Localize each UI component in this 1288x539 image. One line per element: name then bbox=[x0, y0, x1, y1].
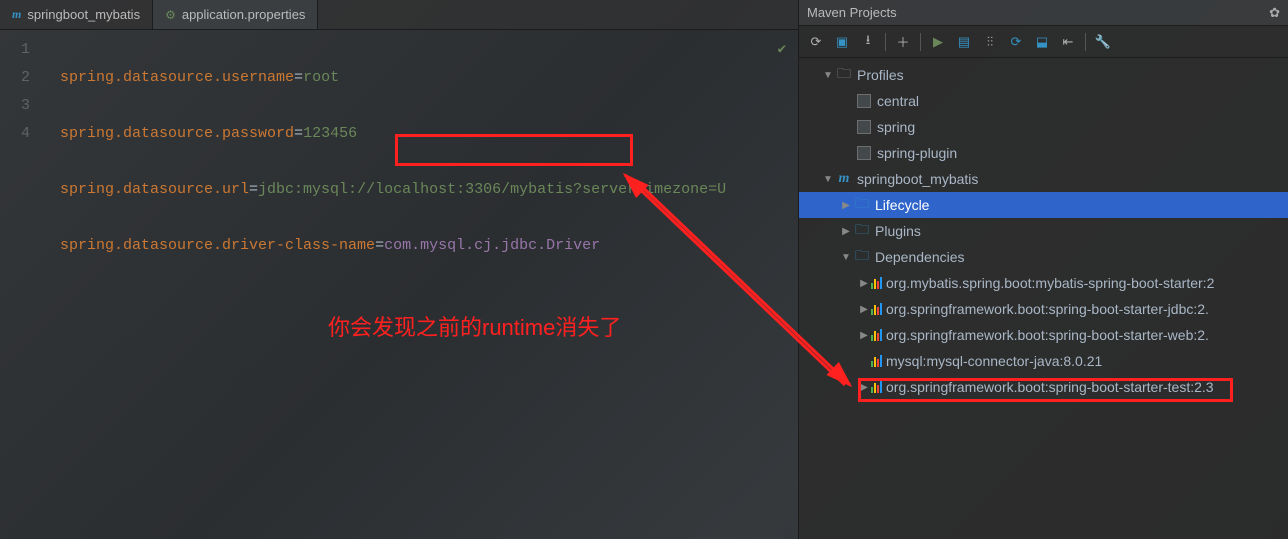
tab-label: springboot_mybatis bbox=[27, 7, 140, 22]
editor-tabs: m springboot_mybatis ⚙ application.prope… bbox=[0, 0, 798, 30]
code-editor[interactable]: 1 2 3 4 spring.datasource.username=root … bbox=[0, 30, 798, 539]
show-deps-icon[interactable]: ⬓ bbox=[1031, 31, 1053, 53]
property-value: jdbc:mysql://localhost:3306/mybatis?serv… bbox=[258, 181, 726, 198]
project-node[interactable]: m springboot_mybatis bbox=[799, 166, 1288, 192]
separator bbox=[885, 33, 886, 51]
chevron-right-icon bbox=[839, 200, 853, 211]
dependency-item[interactable]: org.mybatis.spring.boot:mybatis-spring-b… bbox=[799, 270, 1288, 296]
maven-icon: m bbox=[12, 7, 21, 22]
profile-item[interactable]: spring bbox=[799, 114, 1288, 140]
profile-item[interactable]: spring-plugin bbox=[799, 140, 1288, 166]
maven-tool-window: Maven Projects ✿ ⟳ ▣ ⭳ ＋ ▶ ▤ ⫶⫶ ⟳ ⬓ ⇤ 🔧 … bbox=[798, 0, 1288, 539]
properties-icon: ⚙ bbox=[165, 8, 176, 22]
panel-title: Maven Projects bbox=[807, 5, 897, 20]
library-icon bbox=[871, 277, 882, 289]
node-label: org.springframework.boot:spring-boot-sta… bbox=[886, 327, 1209, 343]
property-key: spring.datasource.url bbox=[60, 181, 249, 198]
chevron-right-icon bbox=[839, 226, 853, 237]
line-gutter: 1 2 3 4 bbox=[0, 30, 40, 539]
maven-icon: m bbox=[835, 171, 853, 187]
node-label: Dependencies bbox=[875, 249, 965, 265]
execute-goal-icon[interactable]: ▤ bbox=[953, 31, 975, 53]
folder-icon: 🗀 bbox=[835, 63, 853, 87]
chevron-down-icon bbox=[821, 70, 835, 81]
dependency-item[interactable]: org.springframework.boot:spring-boot-sta… bbox=[799, 296, 1288, 322]
lifecycle-node[interactable]: 🗀 Lifecycle bbox=[799, 192, 1288, 218]
checkbox[interactable] bbox=[857, 120, 871, 134]
dependencies-node[interactable]: 🗀 Dependencies bbox=[799, 244, 1288, 270]
chevron-down-icon bbox=[839, 252, 853, 263]
profile-item[interactable]: central bbox=[799, 88, 1288, 114]
separator bbox=[1085, 33, 1086, 51]
maven-toolbar: ⟳ ▣ ⭳ ＋ ▶ ▤ ⫶⫶ ⟳ ⬓ ⇤ 🔧 bbox=[799, 26, 1288, 58]
generate-sources-icon[interactable]: ▣ bbox=[831, 31, 853, 53]
tab-label: application.properties bbox=[182, 7, 306, 22]
node-label: springboot_mybatis bbox=[857, 171, 978, 187]
node-label: spring bbox=[877, 119, 915, 135]
toggle-offline-icon[interactable]: ⫶⫶ bbox=[979, 31, 1001, 53]
settings-icon[interactable]: ✿ bbox=[1269, 5, 1280, 21]
check-icon: ✔ bbox=[778, 36, 786, 64]
line-number: 2 bbox=[0, 64, 30, 92]
checkbox[interactable] bbox=[857, 146, 871, 160]
dependency-item[interactable]: org.springframework.boot:spring-boot-sta… bbox=[799, 322, 1288, 348]
line-number: 1 bbox=[0, 36, 30, 64]
tab-springboot-mybatis[interactable]: m springboot_mybatis bbox=[0, 0, 153, 29]
checkbox[interactable] bbox=[857, 94, 871, 108]
line-number: 4 bbox=[0, 120, 30, 148]
node-label: Plugins bbox=[875, 223, 921, 239]
add-icon[interactable]: ＋ bbox=[892, 31, 914, 53]
skip-tests-icon[interactable]: ⟳ bbox=[1005, 31, 1027, 53]
property-key: spring.datasource.username bbox=[60, 69, 294, 86]
maven-tree[interactable]: 🗀 Profiles central spring spring-plugin … bbox=[799, 58, 1288, 539]
collapse-icon[interactable]: ⇤ bbox=[1057, 31, 1079, 53]
chevron-right-icon bbox=[857, 330, 871, 341]
wrench-icon[interactable]: 🔧 bbox=[1092, 31, 1114, 53]
folder-icon: 🗀 bbox=[853, 219, 871, 243]
library-icon bbox=[871, 303, 882, 315]
folder-icon: 🗀 bbox=[853, 245, 871, 269]
node-label: org.mybatis.spring.boot:mybatis-spring-b… bbox=[886, 275, 1214, 291]
node-label: Profiles bbox=[857, 67, 904, 83]
download-icon[interactable]: ⭳ bbox=[857, 31, 879, 53]
plugins-node[interactable]: 🗀 Plugins bbox=[799, 218, 1288, 244]
line-number: 3 bbox=[0, 92, 30, 120]
chevron-down-icon bbox=[821, 174, 835, 185]
folder-icon: 🗀 bbox=[853, 193, 871, 217]
property-key: spring.datasource.driver-class-name bbox=[60, 237, 375, 254]
library-icon bbox=[871, 355, 882, 367]
property-key: spring.datasource.password bbox=[60, 125, 294, 142]
run-icon[interactable]: ▶ bbox=[927, 31, 949, 53]
refresh-icon[interactable]: ⟳ bbox=[805, 31, 827, 53]
property-value: com.mysql.cj.jdbc.Driver bbox=[384, 237, 600, 254]
editor-pane: m springboot_mybatis ⚙ application.prope… bbox=[0, 0, 798, 539]
maven-panel-header: Maven Projects ✿ bbox=[799, 0, 1288, 26]
chevron-right-icon bbox=[857, 278, 871, 289]
node-label: org.springframework.boot:spring-boot-sta… bbox=[886, 301, 1209, 317]
separator bbox=[920, 33, 921, 51]
code-content[interactable]: spring.datasource.username=root spring.d… bbox=[40, 30, 726, 539]
node-label: central bbox=[877, 93, 919, 109]
node-label: Lifecycle bbox=[875, 197, 929, 213]
dependency-mysql[interactable]: mysql:mysql-connector-java:8.0.21 bbox=[799, 348, 1288, 374]
tab-application-properties[interactable]: ⚙ application.properties bbox=[153, 0, 318, 29]
node-label: mysql:mysql-connector-java:8.0.21 bbox=[886, 353, 1102, 369]
property-value: 123456 bbox=[303, 125, 357, 142]
library-icon bbox=[871, 329, 882, 341]
node-label: spring-plugin bbox=[877, 145, 957, 161]
annotation-box bbox=[858, 378, 1233, 402]
profiles-node[interactable]: 🗀 Profiles bbox=[799, 62, 1288, 88]
property-value: root bbox=[303, 69, 339, 86]
annotation-text: 你会发现之前的runtime消失了 bbox=[328, 310, 621, 342]
annotation-box bbox=[395, 134, 633, 166]
chevron-right-icon bbox=[857, 304, 871, 315]
